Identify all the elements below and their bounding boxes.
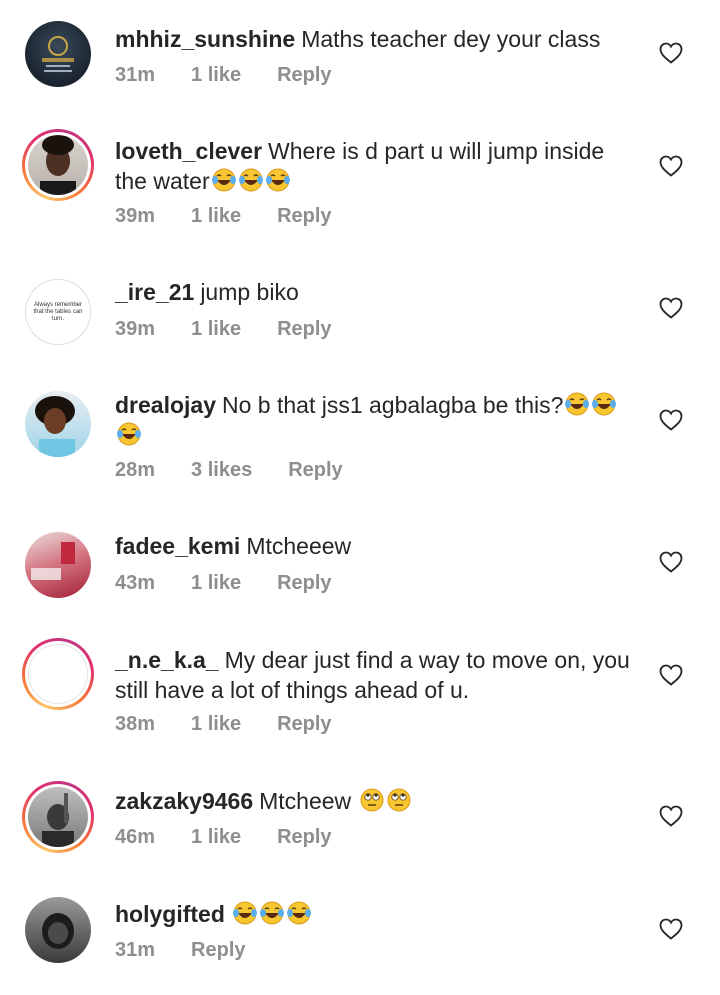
comment-body: Mtcheew — [259, 788, 352, 814]
heart-icon[interactable] — [659, 664, 683, 686]
timestamp: 39m — [115, 318, 156, 340]
comment-text: holygifted — [115, 899, 635, 929]
username[interactable]: zakzaky9466 — [115, 788, 253, 814]
reply-button[interactable]: Reply — [277, 713, 331, 736]
comment-body: Maths teacher dey your class — [301, 26, 601, 52]
emoji-group — [210, 168, 291, 194]
avatar[interactable] — [22, 638, 94, 710]
timestamp: 31m — [115, 939, 156, 961]
comment-meta: 28m 3 likes Reply — [115, 459, 379, 482]
comment-text: fadee_kemi Mtcheeew — [115, 531, 635, 561]
timestamp: 28m — [115, 459, 156, 481]
like-count[interactable]: 1 like — [191, 64, 241, 87]
reply-button[interactable]: Reply — [277, 64, 331, 87]
username[interactable]: _n.e_k.a_ — [115, 647, 219, 673]
comment-text: loveth_clever Where is d part u will jump… — [115, 136, 635, 196]
avatar[interactable] — [22, 781, 94, 853]
comment-meta: 31m Reply — [115, 939, 282, 962]
username[interactable]: drealojay — [115, 392, 216, 418]
heart-icon[interactable] — [659, 155, 683, 177]
avatar[interactable] — [22, 129, 94, 201]
laughing-tears-icon — [232, 901, 257, 925]
like-count[interactable]: 1 like — [191, 572, 241, 595]
username[interactable]: _ire_21 — [115, 279, 194, 305]
emoji-group — [231, 901, 312, 927]
comment-meta: 31m 1 like Reply — [115, 64, 368, 87]
reply-button[interactable]: Reply — [288, 459, 342, 482]
username[interactable]: fadee_kemi — [115, 533, 240, 559]
comment-meta: 38m 1 like Reply — [115, 713, 368, 736]
timestamp: 31m — [115, 64, 156, 86]
comment-meta: 46m 1 like Reply — [115, 826, 368, 849]
comment-text: drealojay No b that jss1 agbalagba be thi… — [115, 390, 635, 450]
comment-text: zakzaky9466 Mtcheew — [115, 786, 635, 816]
laughing-tears-icon — [592, 392, 617, 416]
heart-icon[interactable] — [659, 409, 683, 431]
laughing-tears-icon — [565, 392, 590, 416]
laughing-tears-icon — [211, 168, 236, 192]
heart-icon[interactable] — [659, 551, 683, 573]
comment-body: jump biko — [200, 279, 299, 305]
heart-icon[interactable] — [659, 918, 683, 940]
laughing-tears-icon — [259, 901, 284, 925]
timestamp: 46m — [115, 826, 156, 848]
comment-body: Mtcheeew — [246, 533, 352, 559]
comment-meta: 43m 1 like Reply — [115, 572, 368, 595]
timestamp: 43m — [115, 572, 156, 594]
emoji-group — [358, 788, 412, 814]
timestamp: 39m — [115, 205, 156, 227]
comment-text: mhhiz_sunshine Maths teacher dey your cla… — [115, 24, 635, 54]
like-count[interactable]: 1 like — [191, 318, 241, 341]
avatar[interactable] — [22, 18, 94, 90]
rolling-eyes-icon — [360, 788, 384, 812]
laughing-tears-icon — [238, 168, 263, 192]
laughing-tears-icon — [117, 422, 141, 446]
comment-text: _ire_21 jump biko — [115, 277, 635, 307]
username[interactable]: loveth_clever — [115, 138, 262, 164]
avatar[interactable] — [22, 388, 94, 460]
comment-meta: 39m 1 like Reply — [115, 318, 368, 341]
comment-text: _n.e_k.a_ My dear just find a way to move… — [115, 645, 635, 705]
username[interactable]: holygifted — [115, 901, 225, 927]
like-count[interactable]: 1 like — [191, 205, 241, 228]
avatar[interactable]: Always remember that the tables can turn… — [22, 276, 94, 348]
reply-button[interactable]: Reply — [277, 572, 331, 595]
heart-icon[interactable] — [659, 42, 683, 64]
laughing-tears-icon — [286, 901, 311, 925]
timestamp: 38m — [115, 713, 156, 735]
rolling-eyes-icon — [387, 788, 411, 812]
laughing-tears-icon — [265, 168, 290, 192]
comment-body: No b that jss1 agbalagba be this? — [222, 392, 564, 418]
heart-icon[interactable] — [659, 805, 683, 827]
avatar-caption: Always remember that the tables can turn… — [33, 301, 83, 322]
avatar[interactable] — [22, 529, 94, 601]
avatar[interactable] — [22, 894, 94, 966]
reply-button[interactable]: Reply — [277, 826, 331, 849]
reply-button[interactable]: Reply — [191, 939, 245, 962]
heart-icon[interactable] — [659, 297, 683, 319]
comment-meta: 39m 1 like Reply — [115, 205, 368, 228]
like-count[interactable]: 3 likes — [191, 459, 252, 482]
like-count[interactable]: 1 like — [191, 713, 241, 736]
reply-button[interactable]: Reply — [277, 205, 331, 228]
reply-button[interactable]: Reply — [277, 318, 331, 341]
like-count[interactable]: 1 like — [191, 826, 241, 849]
username[interactable]: mhhiz_sunshine — [115, 26, 295, 52]
